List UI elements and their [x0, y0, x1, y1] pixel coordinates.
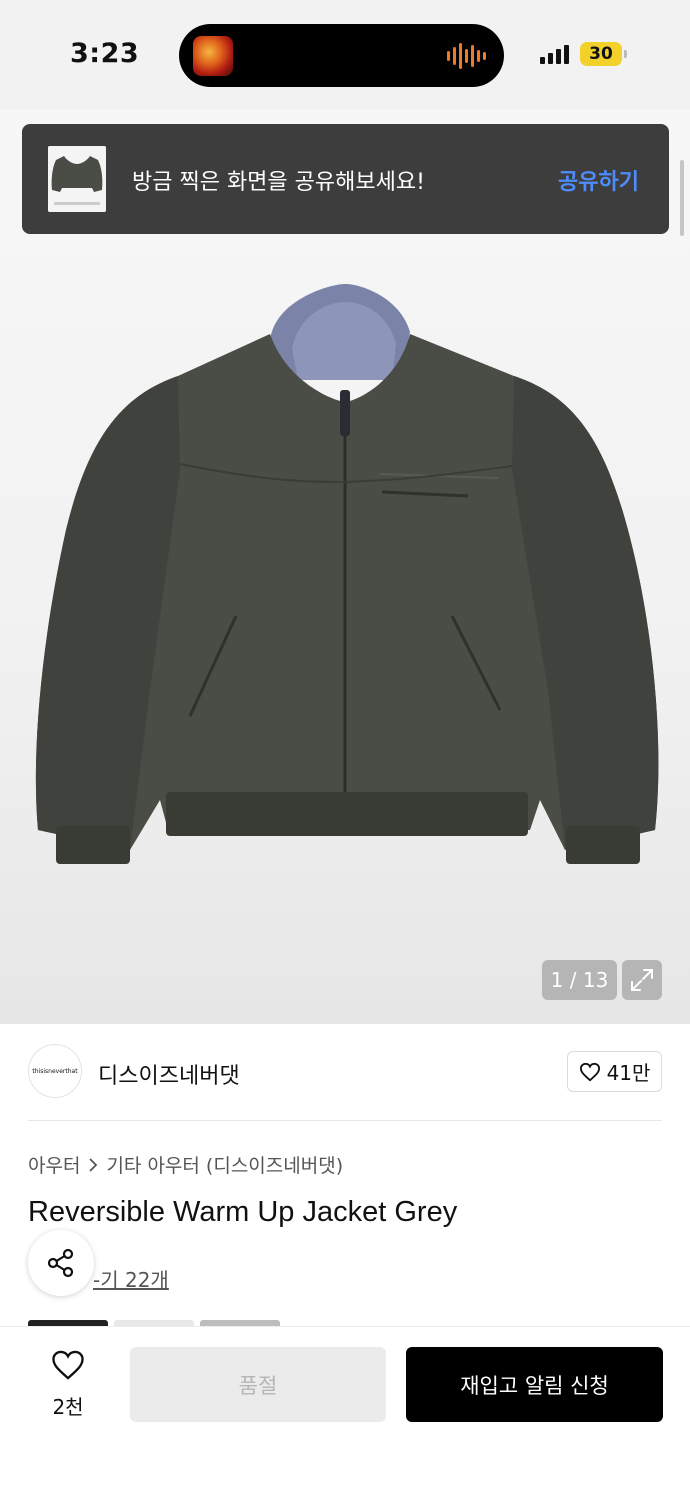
brand-row[interactable]: thisisneverthat 디스이즈네버댓 41만 [28, 1044, 662, 1100]
share-action-link[interactable]: 공유하기 [558, 164, 639, 196]
screenshot-thumbnail[interactable] [48, 146, 106, 212]
expand-icon [631, 969, 653, 991]
now-playing-art-icon [193, 36, 233, 76]
brand-like-button[interactable]: 41만 [567, 1051, 662, 1092]
chevron-right-icon [89, 1157, 98, 1172]
audio-wave-icon [447, 42, 486, 70]
divider [28, 1120, 662, 1121]
signal-icon [540, 44, 569, 64]
status-bar: 3:23 30 [0, 0, 690, 110]
dynamic-island[interactable] [179, 24, 504, 87]
share-screenshot-toast: 방금 찍은 화면을 공유해보세요! 공유하기 [22, 124, 669, 234]
breadcrumb: 아우터 기타 아우터 (디스이즈네버댓) [28, 1151, 343, 1178]
product-title: Reversible Warm Up Jacket Grey [28, 1196, 458, 1228]
bottom-action-bar: 2천 품절 재입고 알림 신청 [0, 1326, 690, 1500]
scroll-indicator [680, 160, 684, 236]
breadcrumb-subcategory[interactable]: 기타 아우터 (디스이즈네버댓) [106, 1151, 343, 1178]
review-count-link[interactable]: -기 22개 [93, 1264, 169, 1293]
heart-icon [579, 1062, 600, 1081]
image-counter: 1 / 13 [542, 960, 617, 1000]
toast-message: 방금 찍은 화면을 공유해보세요! [132, 170, 425, 195]
expand-button[interactable] [622, 960, 662, 1000]
battery-icon: 30 [580, 42, 622, 66]
brand-logo[interactable]: thisisneverthat [28, 1044, 82, 1098]
share-button[interactable] [28, 1230, 94, 1296]
wishlist-count: 2천 [52, 1395, 84, 1419]
product-image-gallery[interactable]: 1 / 13 [0, 110, 690, 1024]
status-time: 3:23 [70, 38, 140, 69]
wishlist-button[interactable]: 2천 [40, 1349, 96, 1420]
restock-alert-button[interactable]: 재입고 알림 신청 [406, 1347, 663, 1422]
share-icon [47, 1248, 74, 1278]
screenshot-thumbnail-image [48, 146, 106, 212]
heart-icon [52, 1350, 84, 1380]
battery-tip [624, 50, 627, 58]
brand-like-count: 41만 [606, 1061, 651, 1085]
brand-name[interactable]: 디스이즈네버댓 [98, 1058, 240, 1090]
breadcrumb-category[interactable]: 아우터 [28, 1151, 80, 1178]
soldout-button[interactable]: 품절 [130, 1347, 386, 1422]
product-image-jacket [35, 284, 659, 864]
